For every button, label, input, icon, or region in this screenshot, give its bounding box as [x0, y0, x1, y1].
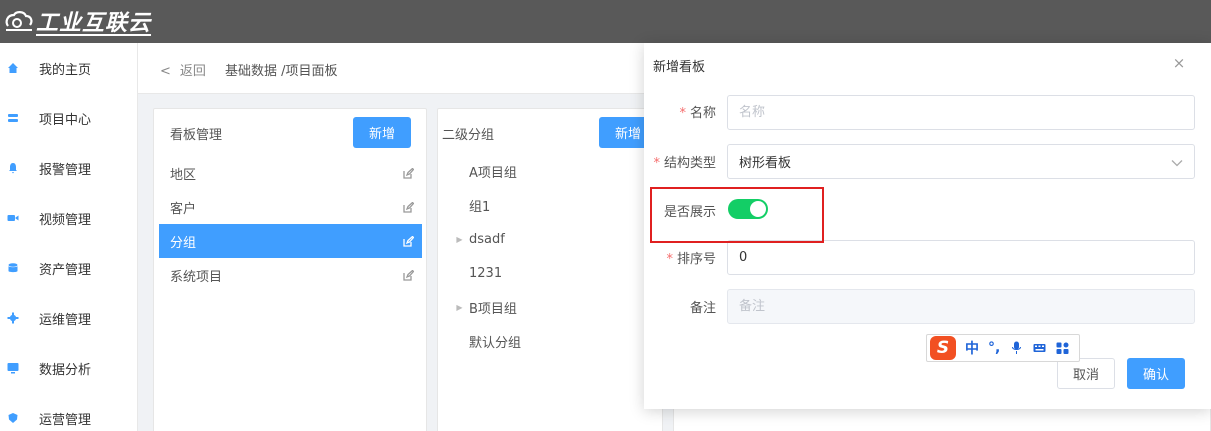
tree-node-label: 1231: [469, 265, 503, 281]
sidebar-item-video[interactable]: 视频管理: [0, 193, 137, 243]
sidebar-item-label: 运维管理: [39, 312, 92, 328]
sidebar-item-home[interactable]: 我的主页: [0, 43, 137, 93]
sidebar-item-label: 视频管理: [39, 212, 92, 228]
layers-icon: [6, 111, 20, 125]
select-value: 树形看板: [739, 156, 792, 171]
back-button[interactable]: < 返回: [160, 60, 206, 79]
structure-type-label: * 结构类型: [653, 156, 716, 171]
remark-label: 备注: [689, 301, 716, 316]
tree-node[interactable]: ▶ B项目组: [450, 290, 660, 324]
keyboard-icon[interactable]: [1033, 341, 1046, 355]
chevron-down-icon: [1171, 156, 1183, 168]
sidebar: 我的主页 项目中心 报警管理 视频管理 资产管理 运维管理 数据分析 运营管理: [0, 43, 138, 431]
sidebar-item-assets[interactable]: 资产管理: [0, 243, 137, 293]
tree-node[interactable]: 组1: [450, 188, 660, 222]
sort-label: * 排序号: [666, 252, 716, 267]
edit-icon[interactable]: [403, 235, 415, 247]
tree-node[interactable]: 默认分组: [450, 324, 660, 358]
edit-icon[interactable]: [403, 269, 415, 281]
sidebar-item-label: 报警管理: [39, 162, 92, 178]
tree-node-label: B项目组: [469, 301, 517, 317]
ime-mode-toggle[interactable]: 中: [965, 338, 979, 358]
sogou-logo-icon[interactable]: S: [930, 336, 956, 360]
microphone-icon[interactable]: [1010, 341, 1023, 355]
app-logo[interactable]: 工业互联云: [4, 6, 151, 36]
panel-title: 二级分组: [442, 128, 495, 143]
edit-icon[interactable]: [403, 167, 415, 179]
ime-punctuation-toggle[interactable]: °,: [988, 340, 1000, 356]
sidebar-item-alarms[interactable]: 报警管理: [0, 143, 137, 193]
dialog-title: 新增看板: [653, 60, 706, 75]
toolbox-icon[interactable]: [1056, 341, 1069, 355]
required-mark: *: [679, 106, 686, 121]
list-item[interactable]: 地区: [159, 156, 422, 190]
tree-node-label: 组1: [469, 199, 491, 215]
cancel-button[interactable]: 取消: [1057, 358, 1115, 389]
list-item[interactable]: 客户: [159, 190, 422, 224]
board-list: 地区 客户 分组 系统项目: [159, 156, 422, 292]
tree-node[interactable]: 1231: [450, 256, 660, 290]
sidebar-item-operations[interactable]: 运营管理: [0, 393, 137, 431]
tree-node[interactable]: ▶ dsadf: [450, 222, 660, 256]
board-management-panel: 看板管理 新增 地区 客户 分组 系统项目: [153, 108, 427, 431]
bell-icon: [6, 161, 20, 175]
name-input[interactable]: [727, 95, 1195, 130]
close-icon[interactable]: ×: [1171, 55, 1187, 71]
annotation-highlight-box: [650, 187, 824, 243]
sidebar-item-label: 资产管理: [39, 262, 92, 278]
required-mark: *: [666, 252, 673, 267]
tree-node-label: 默认分组: [469, 335, 522, 351]
name-label: * 名称: [679, 106, 716, 121]
logo-text: 工业互联云: [36, 11, 152, 36]
sidebar-item-ops[interactable]: 运维管理: [0, 293, 137, 343]
tree-node[interactable]: A项目组: [450, 154, 660, 188]
sidebar-item-label: 数据分析: [39, 362, 92, 378]
list-item-selected[interactable]: 分组: [159, 224, 422, 258]
list-item-label: 地区: [170, 167, 197, 183]
list-item-label: 系统项目: [170, 269, 223, 285]
group-tree: A项目组 组1 ▶ dsadf 1231 ▶ B项目组 默认分组: [450, 154, 660, 358]
video-icon: [6, 211, 20, 225]
tree-node-label: dsadf: [469, 231, 505, 247]
ime-toolbar[interactable]: S 中 °,: [926, 334, 1080, 362]
breadcrumb: 基础数据 /项目面板: [225, 64, 338, 79]
gear-icon: [6, 311, 20, 325]
caret-right-icon[interactable]: ▶: [450, 235, 469, 244]
sidebar-item-projects[interactable]: 项目中心: [0, 93, 137, 143]
sidebar-item-label: 运营管理: [39, 412, 92, 428]
structure-type-select[interactable]: 树形看板: [727, 144, 1195, 179]
caret-right-icon[interactable]: ▶: [450, 303, 469, 312]
chevron-left-icon: <: [160, 64, 171, 79]
top-bar: 工业互联云: [0, 0, 1211, 43]
cloud-logo-icon: [5, 11, 33, 31]
list-item-label: 分组: [170, 235, 197, 251]
back-label: 返回: [179, 64, 206, 79]
home-icon: [6, 61, 20, 75]
required-mark: *: [653, 156, 660, 171]
edit-icon[interactable]: [403, 201, 415, 213]
list-item[interactable]: 系统项目: [159, 258, 422, 292]
confirm-button[interactable]: 确认: [1127, 358, 1185, 389]
chart-icon: [6, 361, 20, 375]
sort-input[interactable]: [727, 240, 1195, 275]
panel-title: 看板管理: [170, 128, 223, 143]
sidebar-item-label: 我的主页: [39, 62, 92, 78]
database-icon: [6, 261, 20, 275]
list-item-label: 客户: [170, 201, 197, 217]
sidebar-item-label: 项目中心: [39, 112, 92, 128]
add-board-button[interactable]: 新增: [353, 117, 411, 148]
remark-input[interactable]: [727, 289, 1195, 324]
group-panel: 二级分组 新增 A项目组 组1 ▶ dsadf 1231 ▶ B项目组 默认分组: [437, 108, 663, 431]
tree-node-label: A项目组: [469, 165, 517, 181]
shield-icon: [6, 411, 20, 425]
sidebar-item-analytics[interactable]: 数据分析: [0, 343, 137, 393]
